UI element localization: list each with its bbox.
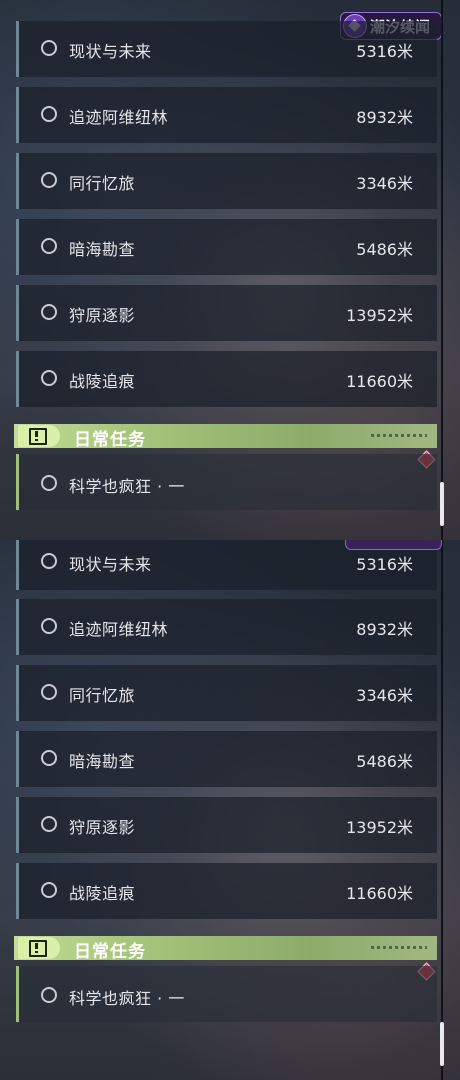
- quest-row[interactable]: 同行忆旅 3346米: [16, 153, 437, 209]
- quest-title: 战陵追痕: [69, 884, 136, 903]
- quest-status-ring-icon: [41, 553, 57, 569]
- quest-status-ring-icon: [41, 238, 57, 254]
- quest-status-ring-icon: [41, 172, 57, 188]
- quest-row[interactable]: 暗海勘查 5486米: [16, 219, 437, 275]
- quest-distance: 5316米: [356, 555, 413, 574]
- scrollbar-track[interactable]: [441, 540, 443, 1080]
- quest-title: 同行忆旅: [69, 686, 136, 705]
- quest-status-ring-icon: [41, 475, 57, 491]
- quest-title: 追迹阿维纽林: [69, 620, 169, 639]
- quest-title: 追迹阿维纽林: [69, 108, 169, 127]
- quest-distance: 5486米: [356, 240, 413, 259]
- quest-status-ring-icon: [41, 987, 57, 1003]
- quest-distance: 3346米: [356, 174, 413, 193]
- quest-row[interactable]: 狩原逐影 13952米: [16, 797, 437, 853]
- quest-status-ring-icon: [41, 750, 57, 766]
- quest-title: 暗海勘查: [69, 240, 136, 259]
- quest-distance: 8932米: [356, 108, 413, 127]
- quest-row[interactable]: 追迹阿维纽林 8932米: [16, 87, 437, 143]
- quest-status-ring-icon: [41, 40, 57, 56]
- section-title: 日常任务: [74, 430, 146, 450]
- quest-title: 现状与未来: [69, 42, 152, 61]
- quest-status-ring-icon: [41, 618, 57, 634]
- quest-panel-bottom: 现状与未来 5316米 追迹阿维纽林 8932米 同行忆旅 3346米 暗海勘查…: [0, 540, 460, 1080]
- quest-status-ring-icon: [41, 816, 57, 832]
- daily-quest-section-header[interactable]: 日常任务: [14, 424, 437, 450]
- quest-row[interactable]: 暗海勘查 5486米: [16, 731, 437, 787]
- quest-distance: 13952米: [346, 306, 413, 325]
- quest-status-ring-icon: [41, 370, 57, 386]
- scrollbar-thumb[interactable]: [440, 482, 444, 526]
- section-decoration: [371, 946, 427, 949]
- quest-distance: 11660米: [346, 372, 413, 391]
- quest-title: 同行忆旅: [69, 174, 136, 193]
- daily-quest-section-header[interactable]: 日常任务: [14, 936, 437, 962]
- quest-row[interactable]: 狩原逐影 13952米: [16, 285, 437, 341]
- quest-row[interactable]: 战陵追痕 11660米: [16, 863, 437, 919]
- daily-quest-row[interactable]: 科学也疯狂 · 一: [16, 454, 437, 510]
- quest-distance: 3346米: [356, 686, 413, 705]
- quest-distance: 13952米: [346, 818, 413, 837]
- section-title: 日常任务: [74, 942, 146, 962]
- game-logo-partial: [345, 540, 442, 550]
- section-decoration: [371, 434, 427, 437]
- quest-row[interactable]: 追迹阿维纽林 8932米: [16, 599, 437, 655]
- quest-title: 战陵追痕: [69, 372, 136, 391]
- quest-title: 狩原逐影: [69, 818, 136, 837]
- scrollbar-track[interactable]: [441, 0, 443, 540]
- quest-status-ring-icon: [41, 882, 57, 898]
- quest-row[interactable]: 现状与未来 5316米: [16, 21, 437, 77]
- quest-title: 暗海勘查: [69, 752, 136, 771]
- quest-distance: 11660米: [346, 884, 413, 903]
- quest-row[interactable]: 同行忆旅 3346米: [16, 665, 437, 721]
- quest-title: 科学也疯狂 · 一: [69, 989, 185, 1008]
- quest-title: 科学也疯狂 · 一: [69, 477, 185, 496]
- quest-status-ring-icon: [41, 106, 57, 122]
- quest-row[interactable]: 战陵追痕 11660米: [16, 351, 437, 407]
- quest-status-ring-icon: [41, 684, 57, 700]
- quest-title: 狩原逐影: [69, 306, 136, 325]
- quest-distance: 5486米: [356, 752, 413, 771]
- quest-status-ring-icon: [41, 304, 57, 320]
- quest-title: 现状与未来: [69, 555, 152, 574]
- exclamation-box-icon: [18, 937, 60, 959]
- quest-distance: 5316米: [356, 42, 413, 61]
- quest-distance: 8932米: [356, 620, 413, 639]
- quest-panel-top: 潮汐续闻 现状与未来 5316米 追迹阿维纽林 8932米 同行忆旅 3346米…: [0, 0, 460, 540]
- daily-quest-row[interactable]: 科学也疯狂 · 一: [16, 966, 437, 1022]
- exclamation-box-icon: [18, 425, 60, 447]
- scrollbar-thumb[interactable]: [440, 1022, 444, 1066]
